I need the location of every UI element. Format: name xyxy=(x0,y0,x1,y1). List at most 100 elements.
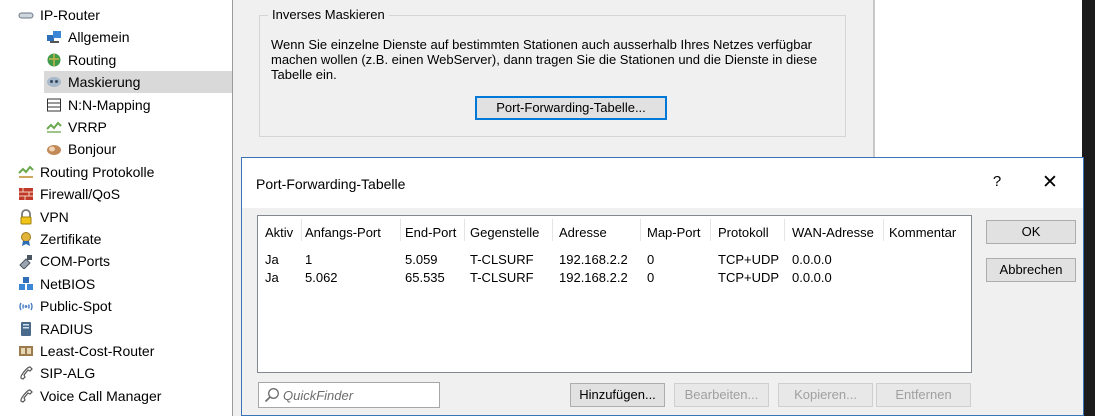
tree-item-allgemein[interactable]: Allgemein xyxy=(46,26,232,48)
edit-button[interactable]: Bearbeiten... xyxy=(674,383,769,407)
column-separator xyxy=(784,219,785,241)
ok-button[interactable]: OK xyxy=(986,220,1076,244)
column-header[interactable]: Adresse xyxy=(559,225,607,240)
table-cell: TCP+UDP xyxy=(718,270,780,285)
column-header[interactable]: Map-Port xyxy=(647,225,700,240)
com-port-icon xyxy=(18,253,34,271)
wireless-icon xyxy=(18,298,34,314)
close-button[interactable]: ✕ xyxy=(1040,171,1060,194)
settings-pane-edge xyxy=(873,0,875,160)
routing-protocols-icon xyxy=(18,164,34,180)
tree-item-routing[interactable]: Routing xyxy=(46,49,232,71)
column-separator xyxy=(464,219,465,241)
column-separator xyxy=(400,219,401,241)
column-header[interactable]: Aktiv xyxy=(265,225,293,240)
tree-item-label: Voice Call Manager xyxy=(40,387,162,404)
table-cell: 0.0.0.0 xyxy=(792,270,832,285)
tree-item-label: Zertifikate xyxy=(40,231,102,247)
tree-item-ip-router[interactable]: IP-Router xyxy=(18,4,232,26)
dialog-title: Port-Forwarding-Tabelle xyxy=(256,176,406,192)
tree-item-maskierung[interactable]: Maskierung xyxy=(44,71,232,94)
table-cell: 65.535 xyxy=(405,270,445,285)
column-separator xyxy=(301,219,302,241)
table-cell: 0 xyxy=(647,252,655,267)
tree-item-label: Allgemein xyxy=(68,29,130,46)
remove-button[interactable]: Entfernen xyxy=(876,383,971,407)
bonjour-icon xyxy=(46,141,62,157)
port-forwarding-dialog: Port-Forwarding-Tabelle ? ✕ Aktiv Anfangs… xyxy=(241,157,1084,416)
server-icon xyxy=(18,321,34,337)
column-separator xyxy=(883,219,884,241)
tree-item-least-cost-router[interactable]: Least-Cost-Router xyxy=(18,340,232,362)
tree-item-vpn[interactable]: VPN xyxy=(18,206,232,228)
tree-item-firewall-qos[interactable]: Firewall/QoS xyxy=(18,183,232,205)
tree-item-com-ports[interactable]: COM-Ports xyxy=(18,250,232,272)
lcr-icon xyxy=(18,343,34,359)
help-button[interactable]: ? xyxy=(987,173,1007,190)
table-cell: 0 xyxy=(647,270,655,285)
tree-item-label: NetBIOS xyxy=(40,275,96,292)
table-cell: Ja xyxy=(265,270,279,285)
column-header[interactable]: Gegenstelle xyxy=(470,225,539,240)
column-header[interactable]: Protokoll xyxy=(718,225,769,240)
tree-item-netbios[interactable]: NetBIOS xyxy=(18,273,232,295)
quickfinder-input[interactable] xyxy=(283,386,433,404)
lock-icon xyxy=(18,208,34,225)
tree-item-label: SIP-ALG xyxy=(40,365,96,382)
table-cell: Ja xyxy=(265,252,279,267)
certificate-icon xyxy=(18,231,34,247)
table-cell: 5.059 xyxy=(405,252,438,267)
column-header[interactable]: WAN-Adresse xyxy=(792,225,874,240)
tree-item-label: Routing xyxy=(68,51,117,68)
port-forwarding-list[interactable]: Aktiv Anfangs-Port End-Port Gegenstelle Adre… xyxy=(257,215,972,373)
tree-item-radius[interactable]: RADIUS xyxy=(18,318,232,340)
table-row[interactable]: Ja 5.062 65.535 T-CLSURF 192.168.2.2 0 TCP+UDP… xyxy=(258,270,971,286)
column-header[interactable]: Kommentar xyxy=(889,225,956,240)
column-separator xyxy=(552,219,553,241)
column-header[interactable]: End-Port xyxy=(405,225,456,240)
tree-item-n-n-mapping[interactable]: N:N-Mapping xyxy=(46,94,232,116)
tree-item-label: Firewall/QoS xyxy=(40,186,121,203)
tree-item-sip-alg[interactable]: SIP-ALG xyxy=(18,362,232,384)
netbios-icon xyxy=(18,276,34,292)
tree-item-zertifikate[interactable]: Zertifikate xyxy=(18,228,232,250)
tree-item-voice-call-manager[interactable]: Voice Call Manager xyxy=(18,385,232,407)
table-cell: 0.0.0.0 xyxy=(792,252,832,267)
column-separator xyxy=(640,219,641,241)
vrrp-icon xyxy=(46,119,62,135)
column-header[interactable]: Anfangs-Port xyxy=(305,225,381,240)
tree-item-label: N:N-Mapping xyxy=(68,96,151,113)
config-tree: IP-Router Allgemein Routing Maskierung N:N-M… xyxy=(0,0,232,416)
table-cell: T-CLSURF xyxy=(470,252,534,267)
table-cell: 192.168.2.2 xyxy=(559,252,628,267)
router-globe-icon xyxy=(46,52,62,68)
tree-item-label: Public-Spot xyxy=(40,298,112,315)
cancel-button[interactable]: Abbrechen xyxy=(986,258,1076,282)
tree-item-label: RADIUS xyxy=(40,320,93,337)
groupbox-description: Wenn Sie einzelne Dienste auf bestimmten… xyxy=(271,37,818,82)
port-forwarding-table-button[interactable]: Port-Forwarding-Tabelle... xyxy=(475,96,667,120)
add-button[interactable]: Hinzufügen... xyxy=(570,383,665,407)
tree-item-label: COM-Ports xyxy=(40,253,110,270)
tree-item-label: Routing Protokolle xyxy=(40,163,155,180)
table-cell: 192.168.2.2 xyxy=(559,270,628,285)
tree-item-public-spot[interactable]: Public-Spot xyxy=(18,295,232,317)
copy-button[interactable]: Kopieren... xyxy=(778,383,873,407)
tree-item-label: Maskierung xyxy=(68,74,141,91)
table-row[interactable]: Ja 1 5.059 T-CLSURF 192.168.2.2 0 TCP+UDP 0.0.0… xyxy=(258,252,971,268)
tree-item-label: IP-Router xyxy=(40,7,100,23)
tree-item-label: VRRP xyxy=(68,119,107,135)
tree-item-vrrp[interactable]: VRRP xyxy=(46,116,232,138)
firewall-icon xyxy=(18,186,34,202)
tree-item-routing-protokolle[interactable]: Routing Protokolle xyxy=(18,161,232,183)
table-cell: 1 xyxy=(305,252,313,267)
table-cell: TCP+UDP xyxy=(718,252,780,267)
quickfinder-field[interactable] xyxy=(258,382,440,408)
mapping-icon xyxy=(46,97,62,113)
voice-icon xyxy=(18,388,34,404)
tree-item-label: Bonjour xyxy=(68,141,117,158)
tree-item-label: Least-Cost-Router xyxy=(40,343,155,359)
tree-item-bonjour[interactable]: Bonjour xyxy=(46,138,232,160)
network-cable-icon xyxy=(18,7,34,23)
computers-icon xyxy=(46,29,62,45)
